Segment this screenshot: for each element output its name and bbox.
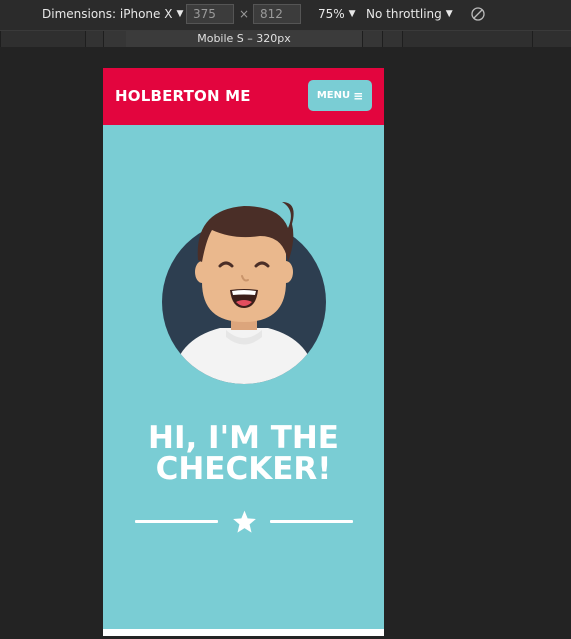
ruler-segment[interactable] — [362, 31, 383, 47]
hero-title-line1: HI, I'M THE — [148, 420, 339, 456]
dropdown-caret-icon: ▼ — [445, 9, 453, 19]
menu-button[interactable]: MENU ≡ — [308, 80, 372, 111]
dimensions-label: Dimensions: iPhone X — [42, 7, 173, 21]
menu-label: MENU — [316, 90, 351, 101]
star-icon — [233, 510, 256, 533]
site-brand[interactable]: HOLBERTON ME — [115, 87, 251, 105]
star-divider — [135, 510, 353, 533]
ruler-segment[interactable] — [85, 31, 104, 47]
media-query-ruler: Mobile S – 320px — [0, 31, 571, 47]
zoom-label: 75% — [318, 7, 345, 21]
hero-title: HI, I'M THE CHECKER! — [103, 423, 384, 485]
hero-title-line2: CHECKER! — [155, 451, 332, 487]
site-header: HOLBERTON ME MENU ≡ — [103, 68, 384, 125]
device-dimensions-dropdown[interactable]: Dimensions: iPhone X ▼ — [42, 7, 183, 21]
ruler-label[interactable]: Mobile S – 320px — [126, 31, 362, 47]
ruler-segment[interactable] — [103, 31, 126, 47]
avatar — [162, 202, 326, 384]
throttling-dropdown[interactable]: No throttling ▼ — [366, 7, 453, 21]
height-input[interactable] — [253, 4, 301, 24]
next-section-edge — [103, 629, 384, 636]
ruler-segment[interactable] — [0, 31, 86, 47]
divider-line-right — [270, 520, 353, 523]
hamburger-icon: ≡ — [353, 88, 364, 103]
throttling-label: No throttling — [366, 7, 442, 21]
zoom-dropdown[interactable]: 75% ▼ — [318, 7, 356, 21]
device-toolbar: Dimensions: iPhone X ▼ × 75% ▼ No thrott… — [0, 0, 571, 31]
device-viewport: HOLBERTON ME MENU ≡ HI, I'M THE CHECKER! — [103, 68, 384, 636]
ruler-segment[interactable] — [532, 31, 571, 47]
divider-line-left — [135, 520, 218, 523]
ruler-segment[interactable] — [382, 31, 403, 47]
dropdown-caret-icon: ▼ — [348, 9, 356, 19]
rotate-icon[interactable] — [470, 6, 486, 22]
ruler-segment[interactable] — [402, 31, 533, 47]
width-input[interactable] — [186, 4, 234, 24]
times-separator: × — [239, 7, 250, 21]
dropdown-caret-icon: ▼ — [176, 9, 184, 19]
